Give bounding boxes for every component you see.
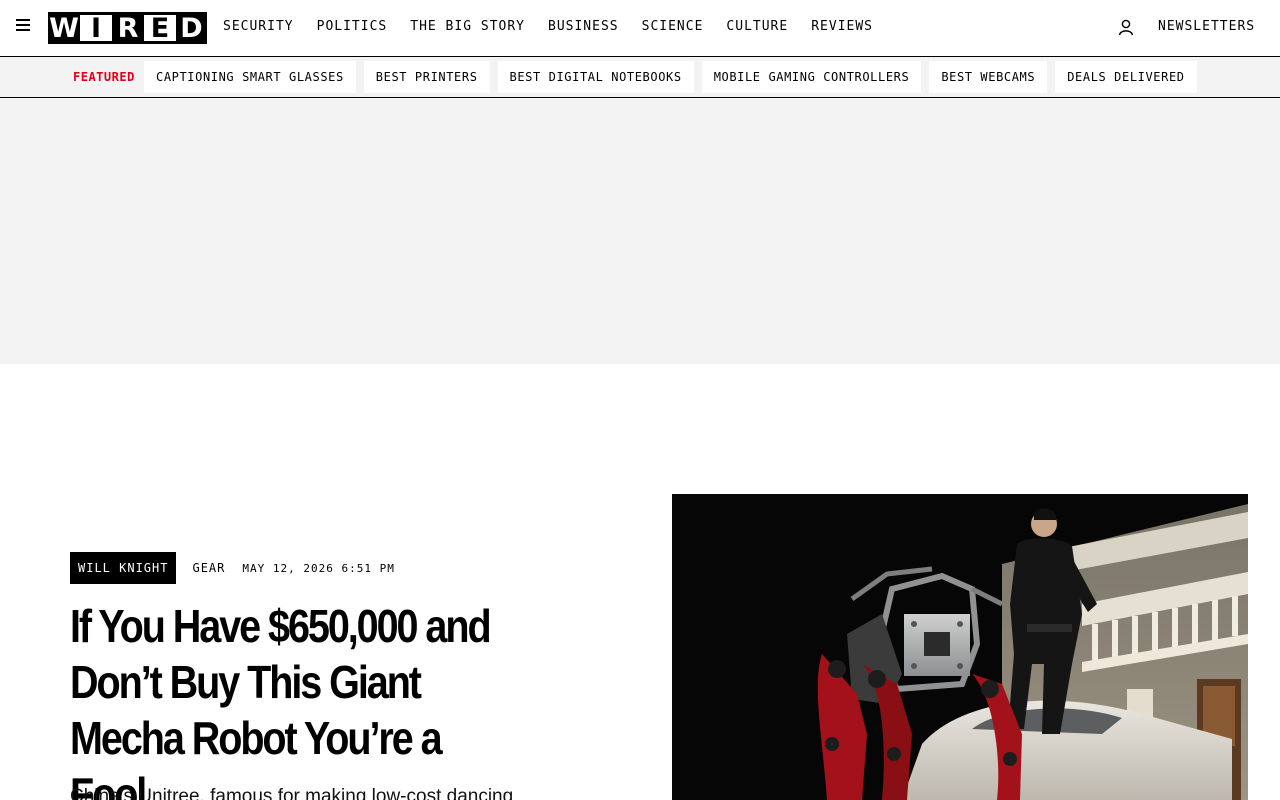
featured-bar: FEATURED CAPTIONING SMART GLASSES BEST P… [0,57,1280,98]
nav-link-politics[interactable]: POLITICS [317,19,388,35]
category-link[interactable]: GEAR [192,561,225,575]
author-link[interactable]: WILL KNIGHT [70,552,177,584]
user-icon[interactable] [1118,18,1134,36]
logo-letter: E [144,12,176,44]
nav-link-culture[interactable]: CULTURE [726,19,788,35]
nav-link-business[interactable]: BUSINESS [548,19,619,35]
featured-chip-webcams[interactable]: BEST WEBCAMS [929,61,1048,93]
featured-chip-notebooks[interactable]: BEST DIGITAL NOTEBOOKS [497,61,694,93]
nav-link-big-story[interactable]: THE BIG STORY [410,19,525,35]
featured-chips: CAPTIONING SMART GLASSES BEST PRINTERS B… [144,61,1205,93]
featured-chip-printers[interactable]: BEST PRINTERS [363,61,490,93]
top-navigation: W I R E D SECURITY POLITICS THE BIG STOR… [0,0,1280,57]
featured-label: FEATURED [73,70,135,84]
article-headline: If You Have $650,000 and Don’t Buy This … [70,600,492,800]
logo-letter: W [48,12,80,44]
nav-link-reviews[interactable]: REVIEWS [811,19,873,35]
newsletters-link[interactable]: NEWSLETTERS [1158,19,1255,35]
featured-chip-deals[interactable]: DEALS DELIVERED [1055,61,1197,93]
article-meta: WILL KNIGHT GEAR MAY 12, 2026 6:51 PM [70,552,395,584]
featured-chip-smart-glasses[interactable]: CAPTIONING SMART GLASSES [144,61,356,93]
ad-slot [0,98,1280,364]
logo-letter: R [112,12,144,44]
publish-date: MAY 12, 2026 6:51 PM [242,561,395,575]
wired-logo[interactable]: W I R E D [48,12,207,44]
featured-chip-gaming-controllers[interactable]: MOBILE GAMING CONTROLLERS [701,61,922,93]
hamburger-menu-icon[interactable] [16,19,32,33]
nav-link-science[interactable]: SCIENCE [642,19,704,35]
logo-letter: D [176,12,207,44]
section-nav: SECURITY POLITICS THE BIG STORY BUSINESS… [223,19,896,35]
hero-photo-illustration [672,494,1248,800]
article-dek: China’s Unitree, famous for making low-c… [70,786,514,800]
logo-letter: I [80,12,112,44]
nav-link-security[interactable]: SECURITY [223,19,294,35]
hero-image [672,494,1248,800]
